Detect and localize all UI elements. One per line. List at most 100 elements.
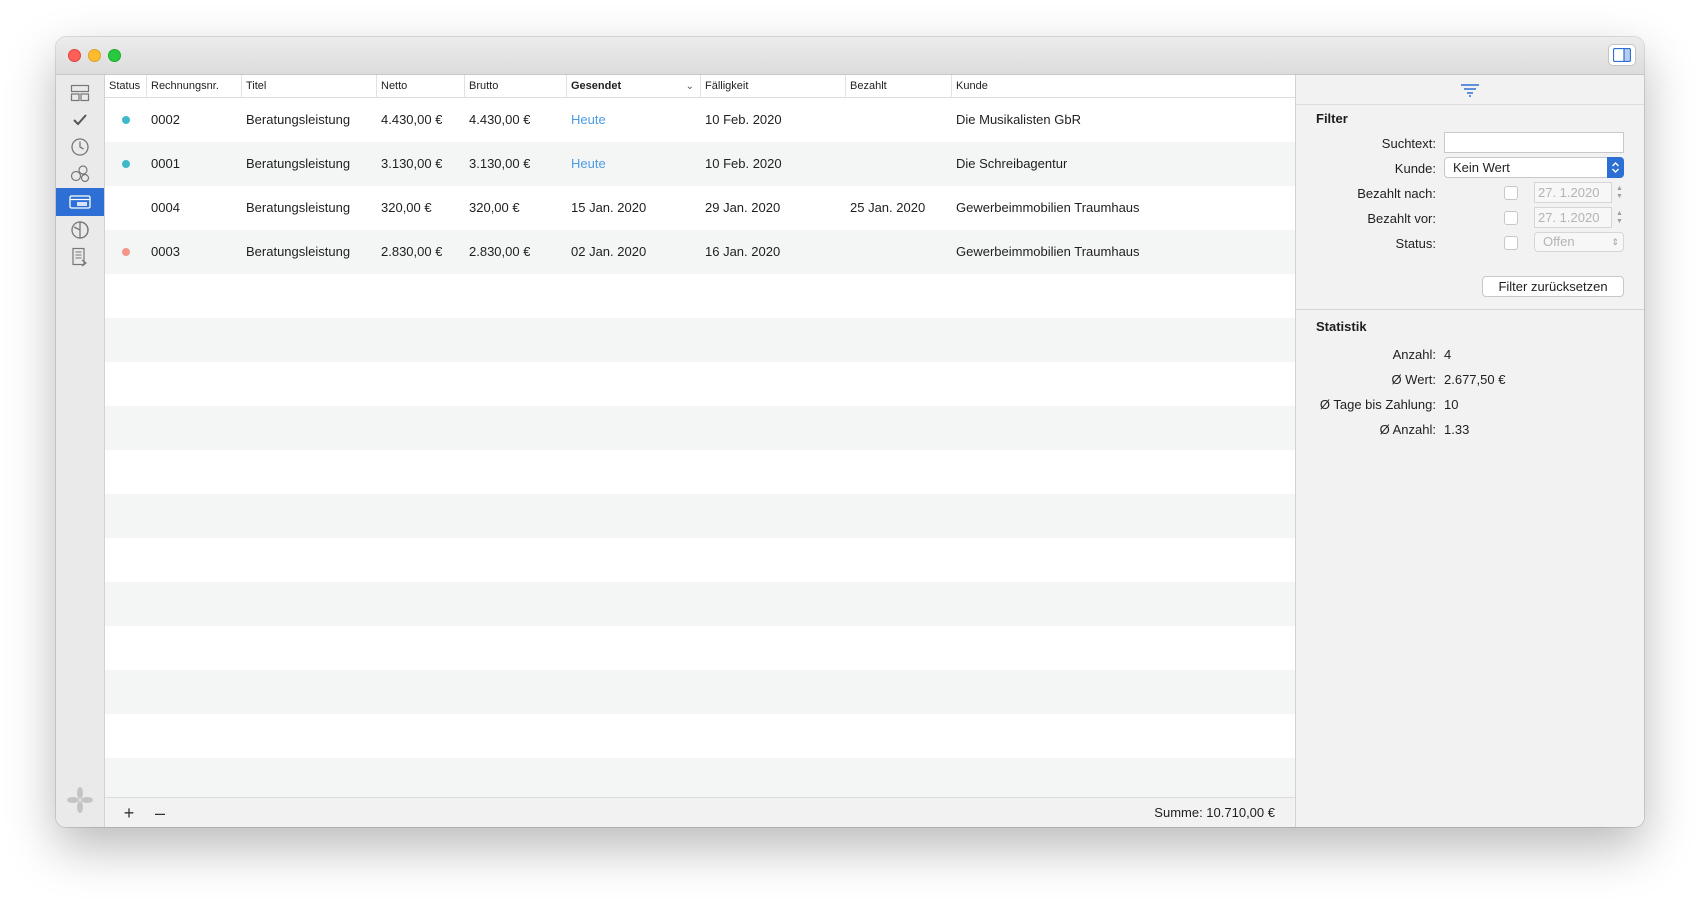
- close-window-button[interactable]: [68, 49, 81, 62]
- suchtext-input[interactable]: [1444, 132, 1624, 153]
- add-invoice-button[interactable]: +: [117, 800, 141, 826]
- zoom-window-button[interactable]: [108, 49, 121, 62]
- bezahlt-nach-checkbox[interactable]: [1504, 186, 1518, 200]
- kunde-select-value: Kein Wert: [1453, 160, 1510, 175]
- tage-bis-zahlung-value: 10: [1444, 397, 1459, 412]
- bezahlt-vor-stepper[interactable]: ▲ ▼: [1614, 207, 1625, 228]
- sidebar: [56, 75, 105, 827]
- sidebar-right-icon: [1613, 48, 1631, 62]
- cell-faelligkeit: 16 Jan. 2020: [705, 244, 781, 259]
- cell-kunde: Gewerbeimmobilien Traumhaus: [956, 200, 1140, 215]
- wert-label: Ø Wert:: [1391, 372, 1436, 387]
- cell-nr: 0002: [151, 112, 180, 127]
- column-header-kunde[interactable]: Kunde: [952, 75, 1295, 98]
- people-icon: [70, 165, 90, 183]
- empty-row: [105, 626, 1295, 670]
- inspector-header: [1296, 75, 1644, 105]
- filter-icon[interactable]: [1460, 83, 1480, 97]
- kunde-select[interactable]: Kein Wert: [1444, 157, 1624, 178]
- cell-gesendet-link[interactable]: Heute: [567, 98, 606, 142]
- cell-netto: 320,00 €: [381, 200, 432, 215]
- cell-titel: Beratungsleistung: [246, 112, 351, 127]
- cell-brutto: 4.430,00 €: [469, 112, 531, 127]
- section-divider: [1296, 309, 1644, 310]
- anzahl-value: 4: [1444, 347, 1452, 362]
- bezahlt-nach-stepper[interactable]: ▲ ▼: [1614, 182, 1625, 203]
- sidebar-item-expenses[interactable]: [56, 216, 104, 244]
- bezahlt-vor-label: Bezahlt vor:: [1367, 211, 1436, 226]
- cell-bezahlt: 25 Jan. 2020: [850, 200, 926, 215]
- status-dot-overdue: [122, 248, 130, 256]
- cell-nr: 0003: [151, 244, 180, 259]
- title-bar: [56, 37, 1644, 75]
- cell-brutto: 320,00 €: [469, 200, 520, 215]
- filter-reset-button[interactable]: Filter zurücksetzen: [1482, 276, 1624, 297]
- bezahlt-nach-date[interactable]: 27. 1.2020: [1534, 182, 1612, 203]
- durchschnitt-anzahl-label: Ø Anzahl:: [1379, 422, 1436, 437]
- table-row[interactable]: 0004 Beratungsleistung 320,00 € 320,00 €…: [105, 186, 1295, 230]
- bezahlt-nach-label: Bezahlt nach:: [1357, 186, 1436, 201]
- cell-faelligkeit: 29 Jan. 2020: [705, 200, 781, 215]
- cell-titel: Beratungsleistung: [246, 200, 351, 215]
- anzahl-label: Anzahl:: [1392, 347, 1436, 362]
- remove-invoice-button[interactable]: –: [148, 800, 172, 826]
- cell-brutto: 2.830,00 €: [469, 244, 531, 259]
- app-logo: [66, 786, 94, 817]
- wert-value: 2.677,50 €: [1444, 372, 1506, 387]
- sidebar-item-tasks[interactable]: [56, 106, 104, 134]
- column-header-faelligkeit[interactable]: Fälligkeit: [701, 75, 846, 98]
- cell-kunde: Die Musikalisten GbR: [956, 112, 1081, 127]
- sidebar-item-clients[interactable]: [56, 160, 104, 188]
- sidebar-item-time[interactable]: [56, 133, 104, 161]
- bezahlt-vor-date[interactable]: 27. 1.2020: [1534, 207, 1612, 228]
- chevron-updown-icon: [1607, 157, 1624, 178]
- cell-bezahlt: [846, 142, 850, 186]
- invoice-icon: [69, 195, 91, 209]
- status-label: Status:: [1395, 236, 1436, 251]
- bezahlt-vor-checkbox[interactable]: [1504, 211, 1518, 225]
- column-header-brutto[interactable]: Brutto: [465, 75, 567, 98]
- cell-kunde: Die Schreibagentur: [956, 156, 1068, 171]
- sort-descending-icon: ⌄: [685, 81, 694, 92]
- cell-gesendet: 15 Jan. 2020: [571, 200, 647, 215]
- checkmark-icon: [73, 114, 87, 126]
- cell-bezahlt: [846, 98, 850, 142]
- sidebar-item-dashboard[interactable]: [56, 79, 104, 107]
- status-dot-sent: [122, 160, 130, 168]
- table-row[interactable]: 0001 Beratungsleistung 3.130,00 € 3.130,…: [105, 142, 1295, 186]
- table-row[interactable]: 0002 Beratungsleistung 4.430,00 € 4.430,…: [105, 98, 1295, 142]
- empty-row: [105, 670, 1295, 714]
- column-header-titel[interactable]: Titel: [242, 75, 377, 98]
- cell-brutto: 3.130,00 €: [469, 156, 531, 171]
- toggle-inspector-button[interactable]: [1608, 44, 1636, 66]
- table-row[interactable]: 0003 Beratungsleistung 2.830,00 € 2.830,…: [105, 230, 1295, 274]
- document-icon: [72, 247, 87, 267]
- cell-faelligkeit: 10 Feb. 2020: [705, 156, 782, 171]
- cell-titel: Beratungsleistung: [246, 244, 351, 259]
- empty-row: [105, 494, 1295, 538]
- app-window: Status Rechnungsnr. Titel Netto Brutto G…: [56, 37, 1644, 827]
- status-select[interactable]: Offen ⇕: [1534, 232, 1624, 252]
- cell-netto: 3.130,00 €: [381, 156, 443, 171]
- table-header: Status Rechnungsnr. Titel Netto Brutto G…: [105, 75, 1295, 98]
- sidebar-item-reports[interactable]: [56, 243, 104, 271]
- minimize-window-button[interactable]: [88, 49, 101, 62]
- sidebar-item-invoices[interactable]: [56, 188, 104, 216]
- column-header-nr[interactable]: Rechnungsnr.: [147, 75, 242, 98]
- column-header-status[interactable]: Status: [105, 75, 147, 98]
- empty-row: [105, 406, 1295, 450]
- sum-total: Summe: 10.710,00 €: [1154, 805, 1275, 820]
- cell-gesendet-link[interactable]: Heute: [567, 142, 606, 186]
- empty-row: [105, 450, 1295, 494]
- column-header-gesendet[interactable]: Gesendet ⌄: [567, 75, 701, 98]
- cell-nr: 0001: [151, 156, 180, 171]
- statistik-section-title: Statistik: [1316, 319, 1367, 334]
- empty-row: [105, 318, 1295, 362]
- column-header-bezahlt[interactable]: Bezahlt: [846, 75, 952, 98]
- status-checkbox[interactable]: [1504, 236, 1518, 250]
- column-header-netto[interactable]: Netto: [377, 75, 465, 98]
- cell-netto: 4.430,00 €: [381, 112, 443, 127]
- empty-row: [105, 758, 1295, 802]
- cell-gesendet: 02 Jan. 2020: [571, 244, 647, 259]
- cell-titel: Beratungsleistung: [246, 156, 351, 171]
